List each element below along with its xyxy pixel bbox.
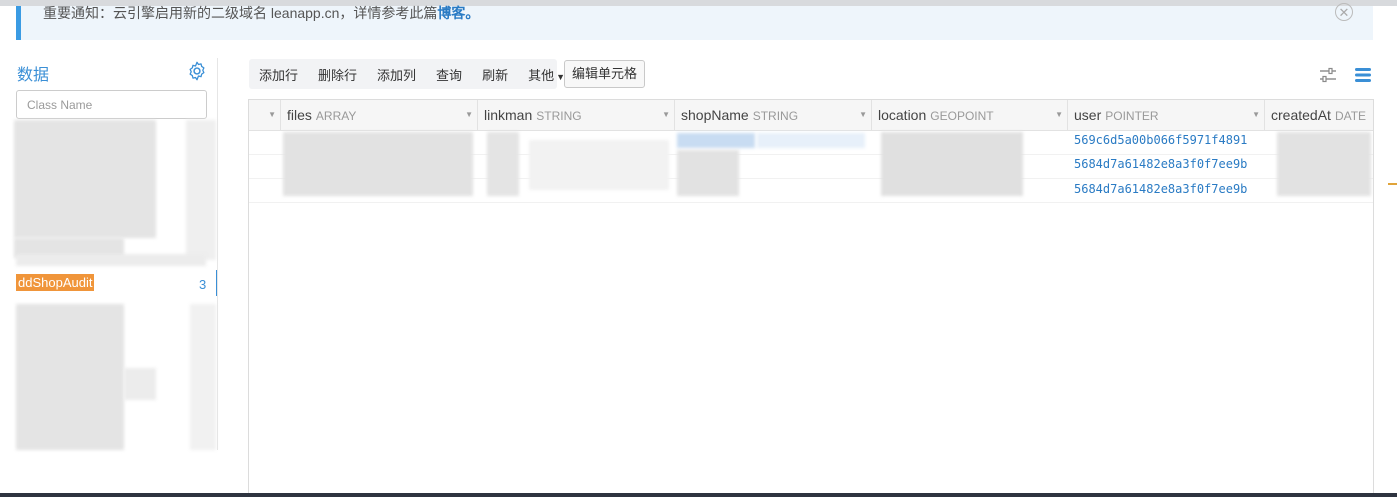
column-type: POINTER: [1105, 109, 1159, 123]
gear-icon[interactable]: [186, 60, 208, 82]
edge-marker: [1388, 183, 1397, 185]
sidebar-divider: [217, 58, 218, 450]
column-name: shopName: [681, 107, 749, 123]
blurred-cell: [677, 150, 739, 196]
grid-header: ▼ files ARRAY ▼ linkman STRING ▼ shopName S…: [249, 100, 1373, 131]
user-pointer-link[interactable]: 569c6d5a00b066f5971f4891: [1074, 133, 1247, 147]
close-icon[interactable]: ✕: [1335, 3, 1353, 21]
notice-blog-link[interactable]: 博客。: [437, 5, 479, 21]
column-header-location[interactable]: location GEOPOINT ▼: [872, 100, 1068, 130]
select-all-column[interactable]: ▼: [249, 100, 281, 130]
blurred-cell: [677, 133, 755, 148]
column-type: GEOPOINT: [930, 109, 994, 123]
caret-down-icon[interactable]: ▼: [1252, 110, 1260, 119]
column-name: location: [878, 107, 927, 123]
add-column-button[interactable]: 添加列: [367, 65, 426, 84]
user-pointer-link[interactable]: 5684d7a61482e8a3f0f7ee9b: [1074, 182, 1247, 196]
blurred-class-list: [124, 368, 156, 400]
column-type: ARRAY: [315, 109, 357, 123]
column-type: STRING: [536, 109, 582, 123]
row-divider: [249, 202, 1373, 203]
blurred-cell: [529, 140, 669, 190]
blurred-cell: [1277, 132, 1371, 196]
edit-cell-button[interactable]: 编辑单元格: [564, 60, 645, 88]
sliders-icon[interactable]: [1318, 65, 1338, 85]
column-name: files: [287, 107, 312, 123]
column-header-createdat[interactable]: createdAt DATE: [1265, 100, 1373, 130]
delete-row-button[interactable]: 删除行: [308, 65, 367, 84]
column-header-files[interactable]: files ARRAY ▼: [281, 100, 478, 130]
notice-message: 重要通知：云引擎启用新的二级域名 leanapp.cn，详情参考此篇: [43, 5, 438, 21]
list-icon[interactable]: [1353, 65, 1373, 85]
window-bottom-edge: [0, 493, 1397, 497]
data-toolbar: 添加行 删除行 添加列 查询 刷新 其他 ▼: [249, 59, 565, 89]
query-button[interactable]: 查询: [426, 65, 472, 84]
add-row-button[interactable]: 添加行: [249, 65, 308, 84]
blurred-class-list: [16, 304, 124, 450]
column-name: user: [1074, 107, 1102, 123]
refresh-button[interactable]: 刷新: [472, 65, 518, 84]
sidebar: 数据 ddShopAudit 3: [0, 48, 218, 497]
blurred-cell: [487, 132, 519, 196]
sidebar-title: 数据: [17, 67, 50, 84]
notice-banner: 重要通知：云引擎启用新的二级域名 leanapp.cn，详情参考此篇博客。 ✕: [16, 3, 1373, 40]
blurred-class-list: [14, 120, 156, 238]
notice-text: 重要通知：云引擎启用新的二级域名 leanapp.cn，详情参考此篇博客。: [43, 3, 479, 23]
column-header-linkman[interactable]: linkman STRING ▼: [478, 100, 675, 130]
column-type: STRING: [752, 109, 799, 123]
data-grid: ▼ files ARRAY ▼ linkman STRING ▼ shopName S…: [248, 99, 1374, 497]
column-name: createdAt: [1271, 107, 1331, 123]
blurred-cell: [283, 132, 473, 196]
column-type: DATE: [1334, 109, 1367, 123]
blurred-cell: [881, 132, 1023, 196]
column-header-user[interactable]: user POINTER ▼: [1068, 100, 1265, 130]
column-header-shopname[interactable]: shopName STRING ▼: [675, 100, 872, 130]
user-pointer-link[interactable]: 5684d7a61482e8a3f0f7ee9b: [1074, 157, 1247, 171]
caret-down-icon[interactable]: ▼: [1055, 110, 1063, 119]
column-name: linkman: [484, 107, 533, 123]
sidebar-item-active[interactable]: ddShopAudit: [16, 274, 95, 291]
blurred-class-count: [190, 304, 216, 450]
sidebar-item-count: 3: [199, 277, 207, 292]
caret-down-icon: ▼: [268, 110, 276, 119]
other-menu-label: 其他: [528, 67, 555, 83]
blurred-cell: [757, 133, 865, 148]
caret-down-icon[interactable]: ▼: [662, 110, 670, 119]
caret-down-icon[interactable]: ▼: [465, 110, 473, 119]
blurred-class-list: [16, 254, 206, 266]
caret-down-icon[interactable]: ▼: [859, 110, 867, 119]
class-name-search-input[interactable]: [16, 90, 207, 119]
blurred-class-count: [186, 120, 216, 260]
